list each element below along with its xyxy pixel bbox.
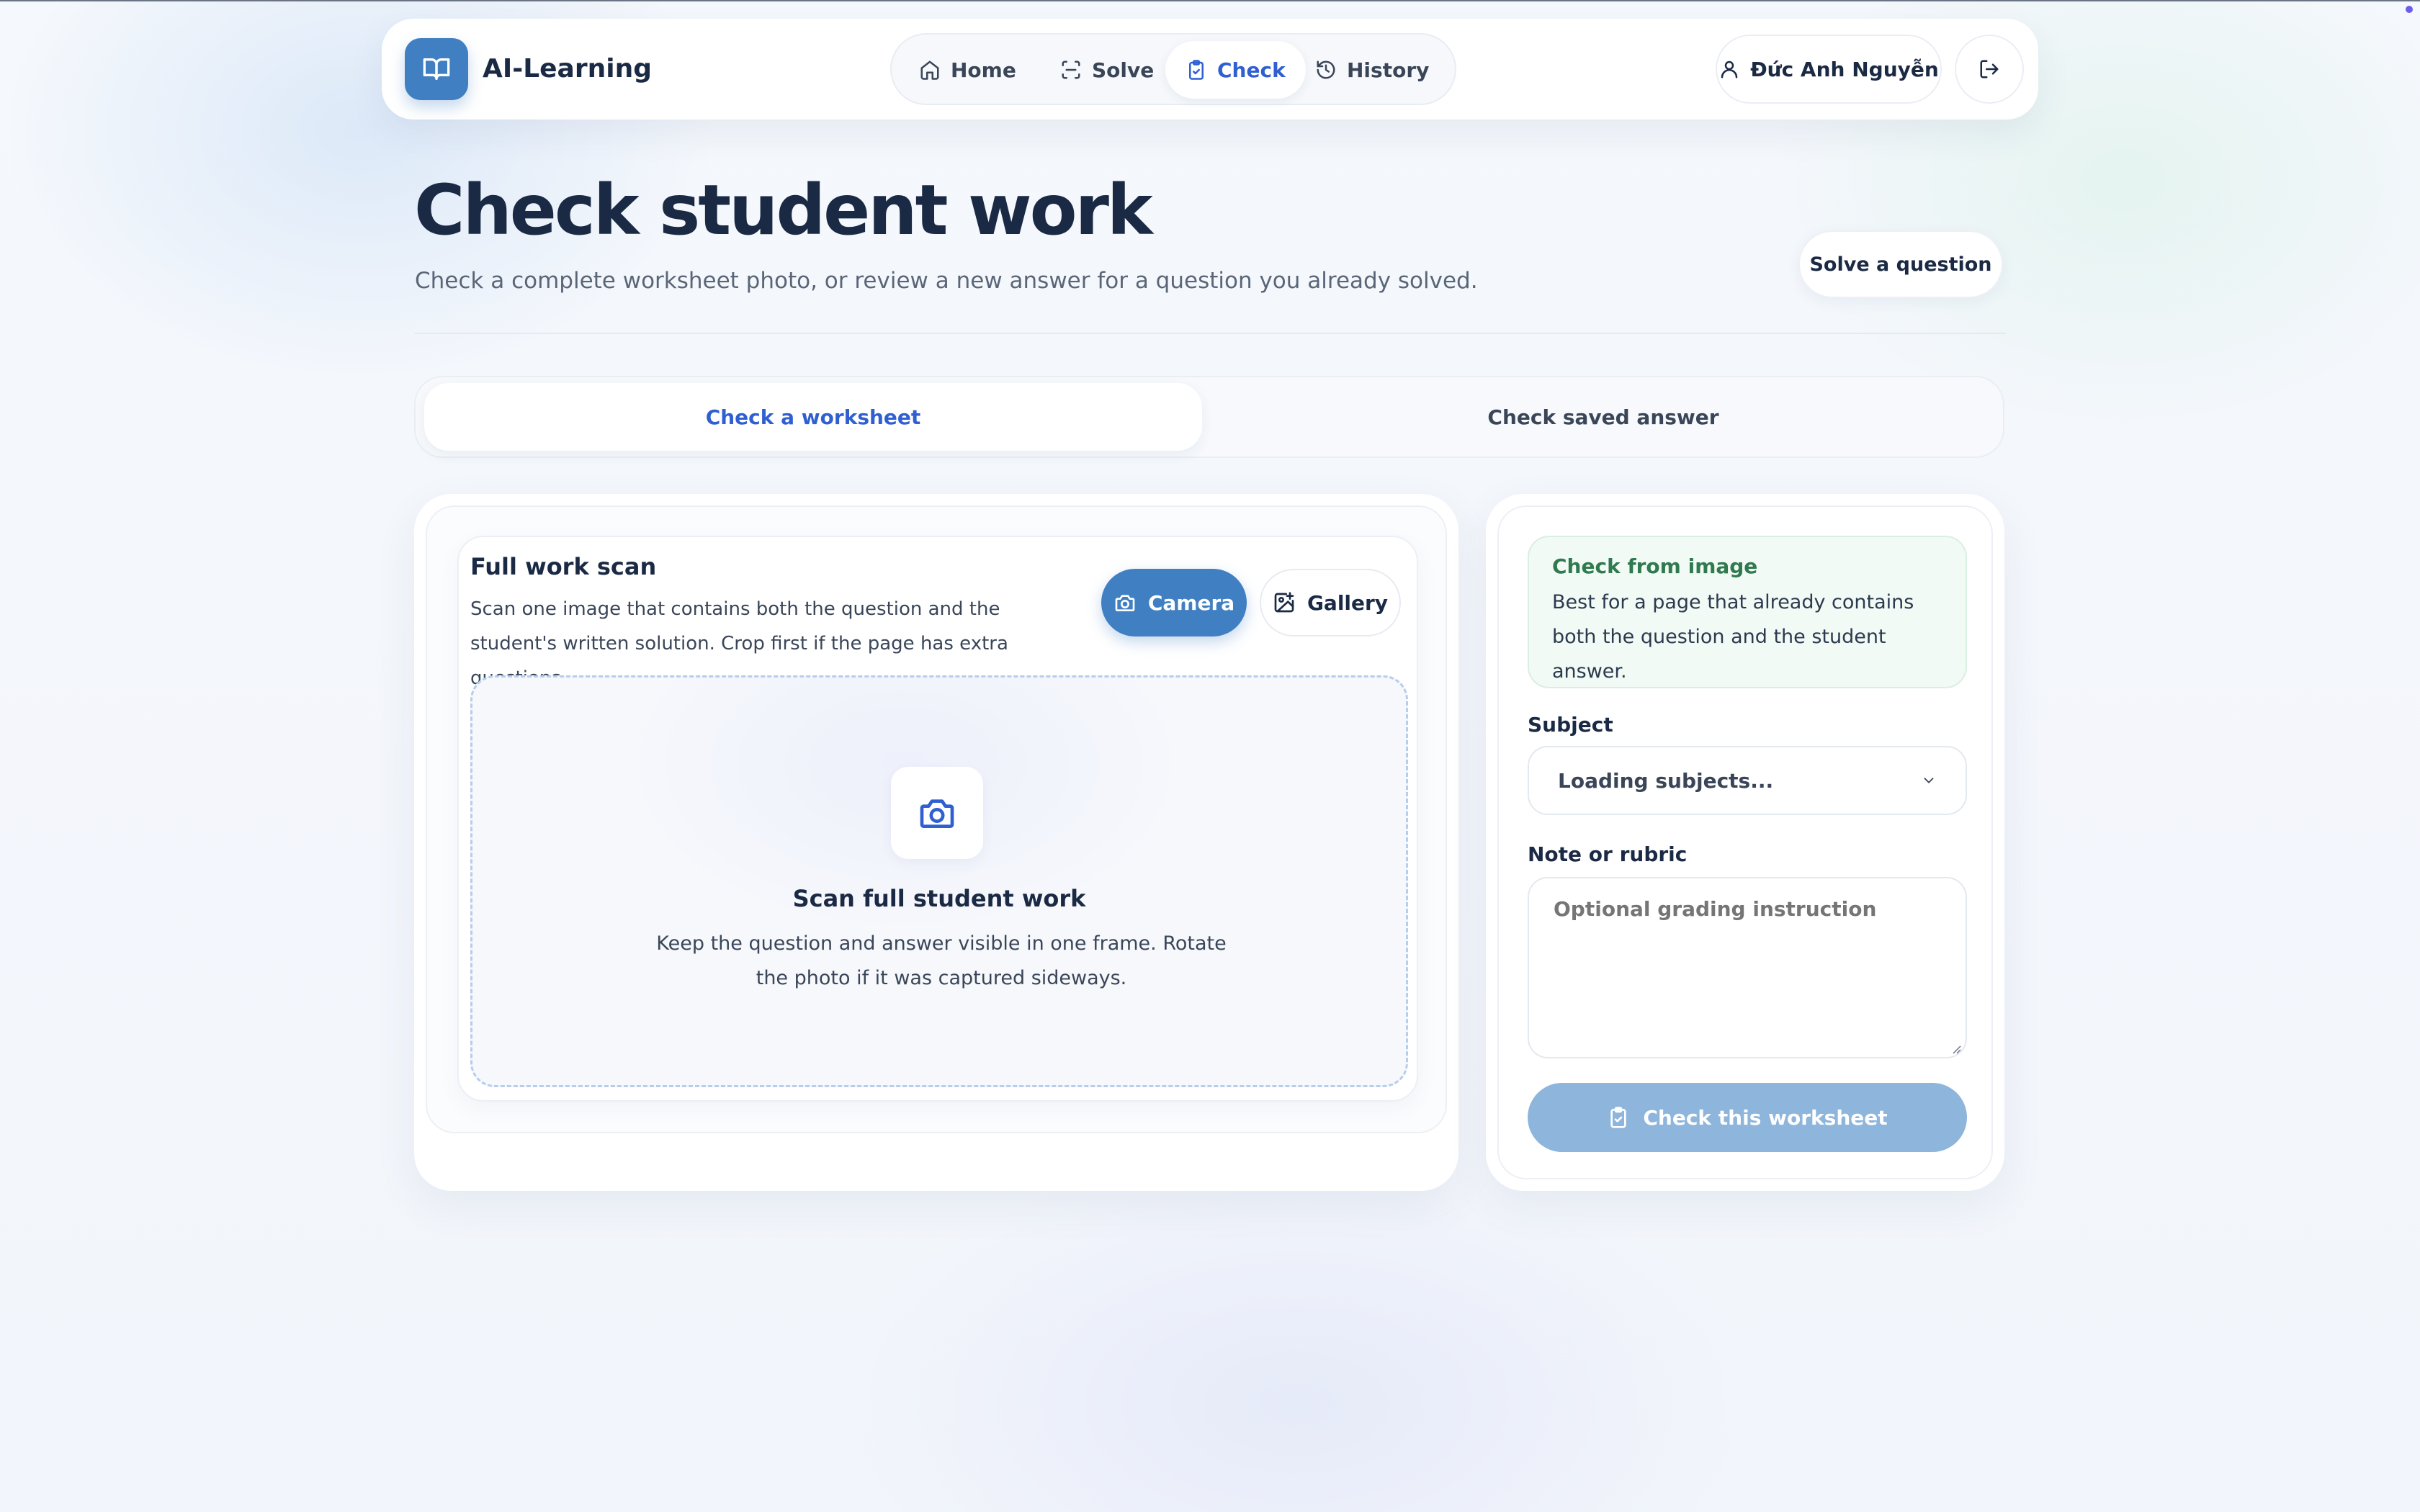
scan-panel: Full work scan Scan one image that conta… xyxy=(414,494,1458,1191)
dropzone-title: Scan full student work xyxy=(792,885,1086,912)
gallery-button-label: Gallery xyxy=(1307,590,1389,615)
solve-question-button[interactable]: Solve a question xyxy=(1798,230,2003,298)
window-top-border xyxy=(0,0,2420,1)
top-header: AI-Learning Home Solve Check History Đức… xyxy=(382,19,2038,120)
header-divider xyxy=(414,333,2006,334)
gallery-button[interactable]: Gallery xyxy=(1260,569,1401,636)
nav-home[interactable]: Home xyxy=(899,41,1036,99)
scan-panel-inner: Full work scan Scan one image that conta… xyxy=(426,505,1447,1133)
clipboard-check-icon xyxy=(1610,1107,1627,1128)
image-plus-icon xyxy=(1274,592,1294,613)
subject-select[interactable]: Loading subjects... xyxy=(1528,746,1967,815)
home-icon xyxy=(920,60,939,80)
nav-check[interactable]: Check xyxy=(1165,41,1306,99)
check-from-image-info: Check from image Best for a page that al… xyxy=(1528,536,1967,688)
clipboard-check-icon xyxy=(1189,60,1204,80)
user-icon xyxy=(1721,60,1738,78)
full-work-scan-card: Full work scan Scan one image that conta… xyxy=(457,536,1418,1102)
user-name: Đức Anh Nguyễn xyxy=(1750,57,1939,81)
page-subtitle: Check a complete worksheet photo, or rev… xyxy=(415,268,1478,294)
camera-button-label: Camera xyxy=(1147,590,1235,615)
tab-check-saved-answer[interactable]: Check saved answer xyxy=(1211,383,1996,451)
check-options-panel: Check from image Best for a page that al… xyxy=(1486,494,2004,1191)
scan-icon xyxy=(1062,60,1080,79)
nav-history[interactable]: History xyxy=(1295,41,1449,99)
history-icon xyxy=(1317,60,1335,79)
subject-select-value: Loading subjects... xyxy=(1558,768,1774,793)
check-worksheet-button[interactable]: Check this worksheet xyxy=(1528,1083,1967,1152)
camera-button[interactable]: Camera xyxy=(1101,569,1247,636)
book-open-icon xyxy=(423,58,450,81)
logo[interactable] xyxy=(405,38,468,100)
brand-name[interactable]: AI-Learning xyxy=(483,19,652,120)
subject-label: Subject xyxy=(1528,713,1613,737)
nav-solve-label: Solve xyxy=(1092,58,1155,82)
page-title: Check student work xyxy=(414,170,1153,251)
dropzone-description: Keep the question and answer visible in … xyxy=(656,932,1227,989)
user-menu-button[interactable]: Đức Anh Nguyễn xyxy=(1716,35,1942,104)
check-worksheet-label: Check this worksheet xyxy=(1643,1105,1888,1130)
dropzone-icon-box xyxy=(891,767,983,859)
scan-title: Full work scan xyxy=(470,553,657,580)
nav-check-label: Check xyxy=(1217,58,1286,82)
info-title: Check from image xyxy=(1552,554,1758,578)
camera-icon xyxy=(1115,595,1135,611)
info-description: Best for a page that already contains bo… xyxy=(1552,591,1914,683)
nav-home-label: Home xyxy=(951,58,1016,82)
chevron-down-icon xyxy=(1924,778,1934,783)
main-nav: Home Solve Check History xyxy=(890,33,1456,105)
check-mode-tabs: Check a worksheet Check saved answer xyxy=(414,376,2004,458)
status-dot xyxy=(2406,6,2413,13)
scan-dropzone[interactable]: Scan full student work Keep the question… xyxy=(470,675,1408,1087)
nav-solve[interactable]: Solve xyxy=(1040,41,1174,99)
nav-history-label: History xyxy=(1347,58,1430,82)
tab-check-worksheet[interactable]: Check a worksheet xyxy=(424,383,1202,451)
logout-icon xyxy=(1980,60,1999,78)
note-label: Note or rubric xyxy=(1528,842,1688,866)
logout-button[interactable] xyxy=(1955,35,2024,104)
resize-handle-icon[interactable] xyxy=(1950,1043,1961,1054)
check-options-inner: Check from image Best for a page that al… xyxy=(1497,505,1993,1179)
note-rubric-input[interactable] xyxy=(1528,877,1967,1058)
camera-icon xyxy=(920,799,954,828)
